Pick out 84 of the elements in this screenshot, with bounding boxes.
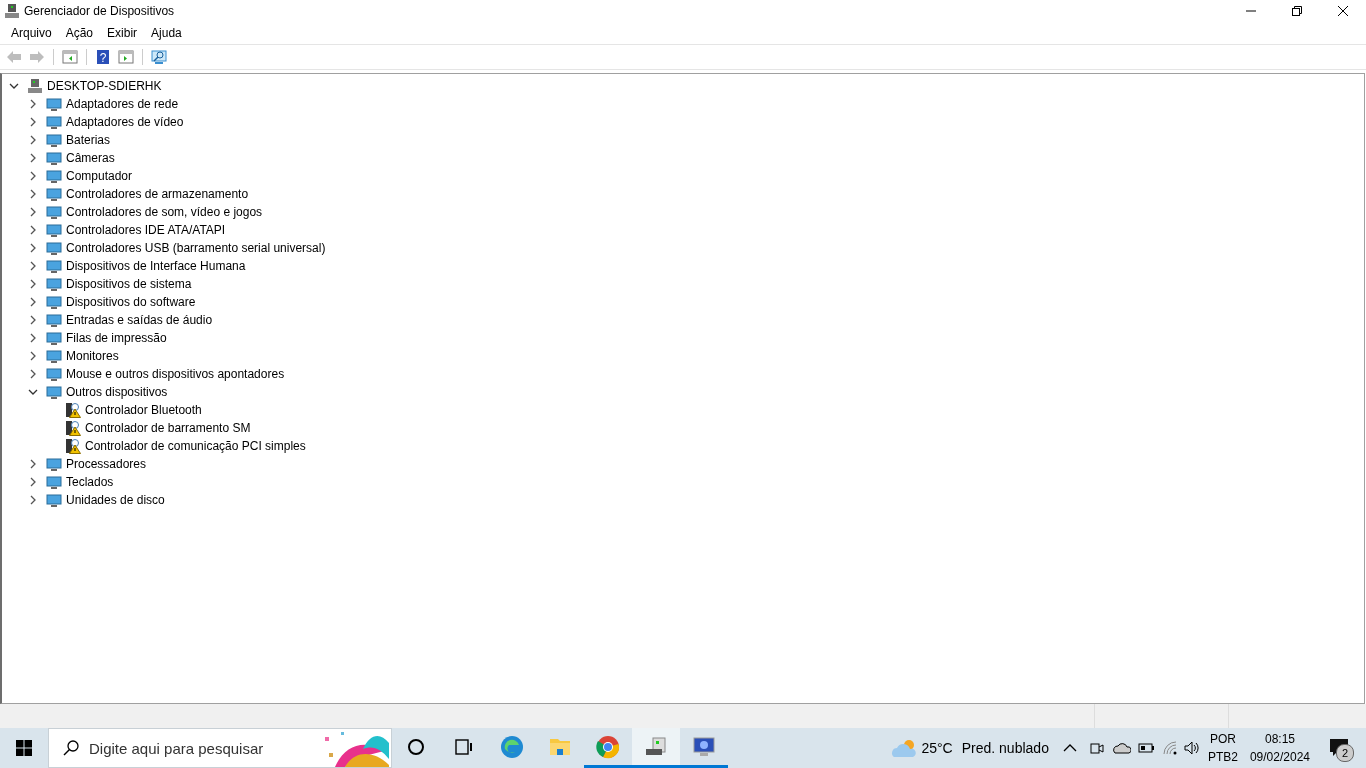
search-field[interactable]: Digite aqui para pesquisar: [48, 728, 392, 768]
panel-icon: [118, 49, 134, 65]
menu-item[interactable]: Ajuda: [144, 26, 189, 40]
tree-item[interactable]: Dispositivos de sistema: [66, 277, 192, 291]
cloud-icon: [1112, 741, 1131, 755]
forward-arrow-icon: [29, 49, 45, 65]
tree-item[interactable]: Controladores IDE ATA/ATAPI: [66, 223, 226, 237]
tree-item[interactable]: Controladores de armazenamento: [66, 187, 249, 201]
speaker-icon: [1183, 740, 1200, 756]
search-icon: [63, 740, 79, 756]
tree-item[interactable]: Unidades de disco: [66, 493, 165, 507]
clock-time[interactable]: 08:15: [1264, 730, 1295, 748]
device-icon: [46, 330, 62, 346]
device-icon: [46, 366, 62, 382]
device-icon: [46, 474, 62, 490]
device-icon: [46, 222, 62, 238]
tree-item[interactable]: Outros dispositivos: [66, 385, 168, 399]
menu-item[interactable]: Exibir: [100, 26, 145, 40]
keyboard-layout[interactable]: PTB2: [1207, 748, 1238, 766]
device-icon: [46, 168, 62, 184]
computer-icon: [27, 78, 43, 94]
tree-item[interactable]: Processadores: [66, 457, 147, 471]
device-icon: [46, 276, 62, 292]
tree-item[interactable]: Computador: [66, 169, 133, 183]
tree-item[interactable]: Dispositivos do software: [66, 295, 196, 309]
circle-icon: [407, 737, 425, 756]
wifi-icon: [1161, 740, 1178, 756]
device-icon: [46, 312, 62, 328]
close-icon: [1338, 6, 1348, 16]
tree-item[interactable]: Controladores de som, vídeo e jogos: [66, 205, 263, 219]
device-icon: [46, 150, 62, 166]
tree-item[interactable]: Adaptadores de rede: [66, 97, 179, 111]
menu-item[interactable]: Arquivo: [4, 26, 59, 40]
back-arrow-icon: [6, 49, 22, 65]
device-icon: [46, 348, 62, 364]
browser-icon: [500, 734, 524, 759]
tree-item[interactable]: Controlador de comunicação PCI simples: [85, 439, 306, 453]
tree-item[interactable]: Controlador Bluetooth: [85, 403, 202, 417]
taskbar-app-button[interactable]: [632, 728, 680, 768]
tree-item[interactable]: Entradas e saídas de áudio: [66, 313, 213, 327]
clock-date[interactable]: 09/02/2024: [1249, 748, 1310, 766]
weather-forecast[interactable]: Pred. nublado: [961, 740, 1049, 756]
device-icon: [46, 294, 62, 310]
chevron-down-icon: [9, 81, 19, 91]
tree-item[interactable]: Filas de impressão: [66, 331, 167, 345]
tree-item[interactable]: Câmeras: [66, 151, 115, 165]
device-icon: [46, 186, 62, 202]
task-view-icon: [455, 737, 473, 756]
tree-item[interactable]: Mouse e outros dispositivos apontadores: [66, 367, 285, 381]
device-icon: [46, 384, 62, 400]
device-icon: [46, 492, 62, 508]
weather-temperature[interactable]: 25°C: [921, 740, 953, 756]
monitor-search-icon: [151, 49, 167, 65]
tree-item[interactable]: Baterias: [66, 133, 111, 147]
toolbar-button[interactable]: [149, 47, 169, 67]
chevron-down-icon: [28, 387, 38, 397]
device-icon: [46, 204, 62, 220]
browser-icon: [596, 734, 620, 759]
restore-icon: [1292, 6, 1302, 16]
toolbar-button[interactable]: ?: [93, 47, 113, 67]
tree-item[interactable]: Monitores: [66, 349, 119, 363]
device-icon: [46, 132, 62, 148]
device-icon: [46, 456, 62, 472]
monitor-icon: [692, 734, 716, 759]
battery-icon: [1137, 740, 1154, 756]
window-title: Gerenciador de Dispositivos: [24, 4, 176, 18]
device-icon: [46, 114, 62, 130]
tree-item[interactable]: DESKTOP-SDIERHK: [47, 79, 162, 93]
meet-icon: [1088, 740, 1105, 756]
app-icon: [4, 3, 20, 19]
weather-cloud-icon: [891, 737, 918, 759]
menu-item[interactable]: Ação: [58, 26, 101, 40]
input-language[interactable]: POR: [1209, 730, 1236, 748]
notification-count[interactable]: 2: [1336, 744, 1354, 762]
windows-logo-icon: [16, 740, 32, 756]
panel-icon: [62, 49, 78, 65]
tree-item[interactable]: Adaptadores de vídeo: [66, 115, 184, 129]
tree-item[interactable]: Teclados: [66, 475, 114, 489]
device-icon: [46, 240, 62, 256]
device-icon: [46, 96, 62, 112]
tree-item[interactable]: Controlador de barramento SM: [85, 421, 251, 435]
tree-item[interactable]: Dispositivos de Interface Humana: [66, 259, 246, 273]
device-icon: [46, 258, 62, 274]
tree-item[interactable]: Controladores USB (barramento serial universal): [66, 241, 326, 255]
